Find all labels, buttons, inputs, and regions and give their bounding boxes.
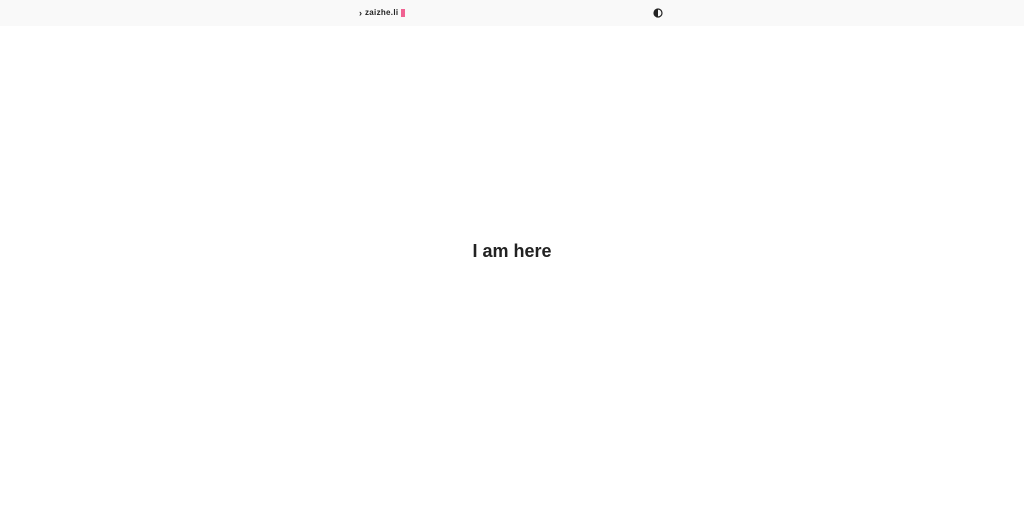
chevron-right-icon: › [359, 8, 362, 18]
theme-toggle-button[interactable] [653, 8, 663, 18]
page-heading: I am here [472, 241, 552, 261]
top-navigation-bar: › zaizhe.li [0, 0, 1024, 26]
site-brand-link[interactable]: › zaizhe.li [359, 7, 406, 19]
contrast-icon [653, 8, 663, 18]
cursor-block [401, 9, 406, 17]
site-title: zaizhe.li [365, 8, 399, 17]
